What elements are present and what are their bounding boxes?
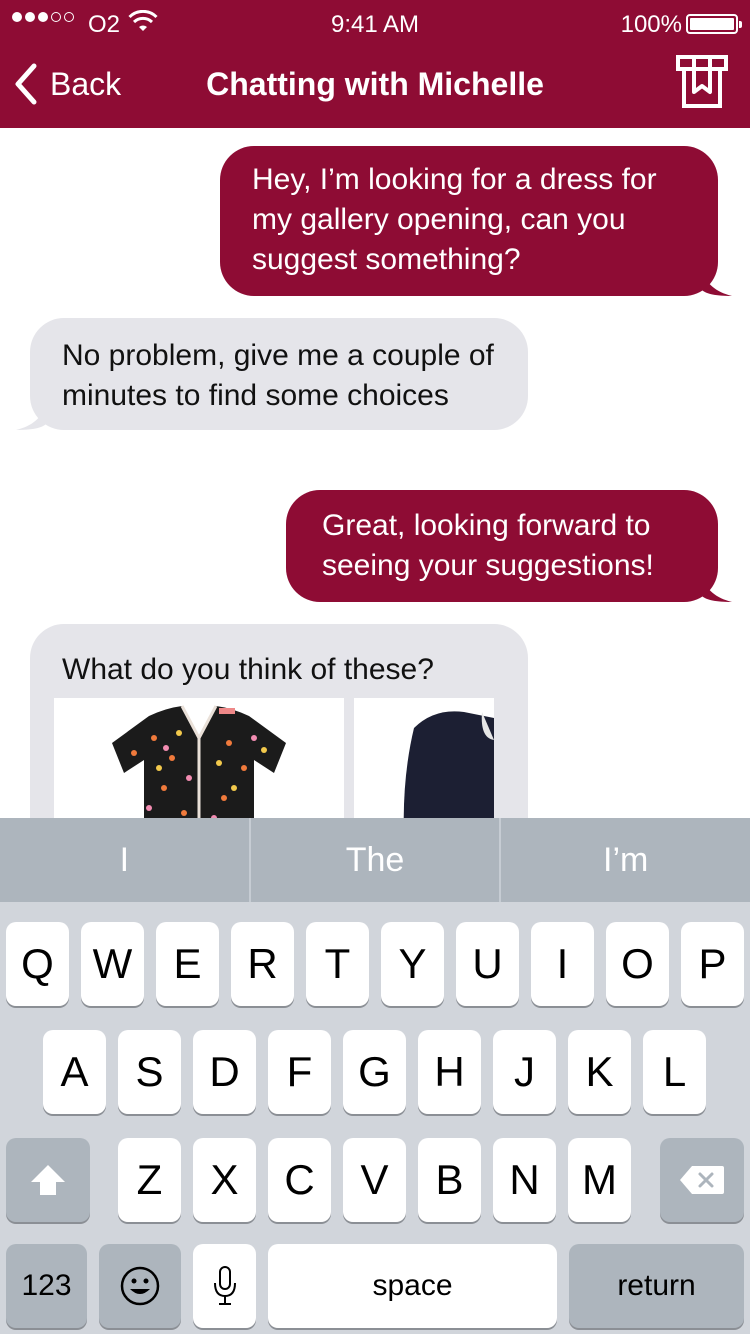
key-z[interactable]: Z — [118, 1138, 181, 1222]
key-q[interactable]: Q — [6, 922, 69, 1006]
storefront-icon[interactable] — [676, 54, 728, 110]
backspace-icon — [680, 1166, 724, 1194]
message-bubble-outgoing: Hey, I’m looking for a dress for my gall… — [220, 146, 732, 296]
key-m[interactable]: M — [568, 1138, 631, 1222]
shift-key[interactable] — [6, 1138, 90, 1222]
key-t[interactable]: T — [306, 922, 369, 1006]
numbers-key[interactable]: 123 — [6, 1244, 87, 1328]
key-j[interactable]: J — [493, 1030, 556, 1114]
key-u[interactable]: U — [456, 922, 519, 1006]
key-i[interactable]: I — [531, 922, 594, 1006]
message-bubble-incoming: No problem, give me a couple of minutes … — [16, 318, 528, 430]
suggestion-2[interactable]: The — [251, 818, 502, 902]
key-a[interactable]: A — [43, 1030, 106, 1114]
suggestion-1[interactable]: I — [0, 818, 251, 902]
microphone-icon — [213, 1266, 236, 1305]
key-b[interactable]: B — [418, 1138, 481, 1222]
navy-dress-image — [403, 711, 494, 818]
suggestion-3[interactable]: I’m — [501, 818, 750, 902]
key-r[interactable]: R — [231, 922, 294, 1006]
message-bubble-incoming: What do you think of these? — [30, 624, 528, 818]
chat-thread[interactable]: Hey, I’m looking for a dress for my gall… — [0, 128, 750, 818]
key-h[interactable]: H — [418, 1030, 481, 1114]
key-k[interactable]: K — [568, 1030, 631, 1114]
key-n[interactable]: N — [493, 1138, 556, 1222]
key-x[interactable]: X — [193, 1138, 256, 1222]
key-d[interactable]: D — [193, 1030, 256, 1114]
key-g[interactable]: G — [343, 1030, 406, 1114]
product-card-patterned-dress[interactable] — [54, 698, 344, 818]
delete-key[interactable] — [660, 1138, 744, 1222]
page-title: Chatting with Michelle — [206, 66, 544, 102]
patterned-dress-image — [112, 705, 286, 818]
key-s[interactable]: S — [118, 1030, 181, 1114]
message-text: What do you think of these? — [62, 653, 434, 686]
emoji-key[interactable] — [99, 1244, 181, 1328]
predictive-bar: I The I’m — [0, 818, 750, 902]
key-e[interactable]: E — [156, 922, 219, 1006]
shift-arrow-icon — [31, 1165, 65, 1195]
message-text: Hey, I’m looking for a dress for my gall… — [252, 163, 657, 276]
smiley-icon — [120, 1266, 160, 1306]
message-bubble-outgoing: Great, looking forward to seeing your su… — [286, 490, 732, 602]
product-card-navy-dress[interactable] — [354, 698, 494, 818]
message-text: Great, looking forward to seeing your su… — [322, 509, 654, 582]
key-c[interactable]: C — [268, 1138, 331, 1222]
key-y[interactable]: Y — [381, 922, 444, 1006]
status-bar: O2 9:41 AM 100% — [0, 0, 750, 50]
key-w[interactable]: W — [81, 922, 144, 1006]
key-f[interactable]: F — [268, 1030, 331, 1114]
battery-icon — [686, 14, 742, 34]
dictation-key[interactable] — [193, 1244, 256, 1328]
navigation-header: O2 9:41 AM 100% Back Chatting with Miche… — [0, 0, 750, 128]
space-key[interactable]: space — [268, 1244, 557, 1328]
product-carousel[interactable] — [54, 698, 494, 818]
message-text: No problem, give me a couple of minutes … — [62, 339, 494, 412]
keyboard: I The I’m Q W E R T Y U I O P A S D F G … — [0, 818, 750, 1334]
key-p[interactable]: P — [681, 922, 744, 1006]
key-v[interactable]: V — [343, 1138, 406, 1222]
key-o[interactable]: O — [606, 922, 669, 1006]
key-l[interactable]: L — [643, 1030, 706, 1114]
battery-percentage: 100% — [620, 11, 682, 38]
return-key[interactable]: return — [569, 1244, 744, 1328]
